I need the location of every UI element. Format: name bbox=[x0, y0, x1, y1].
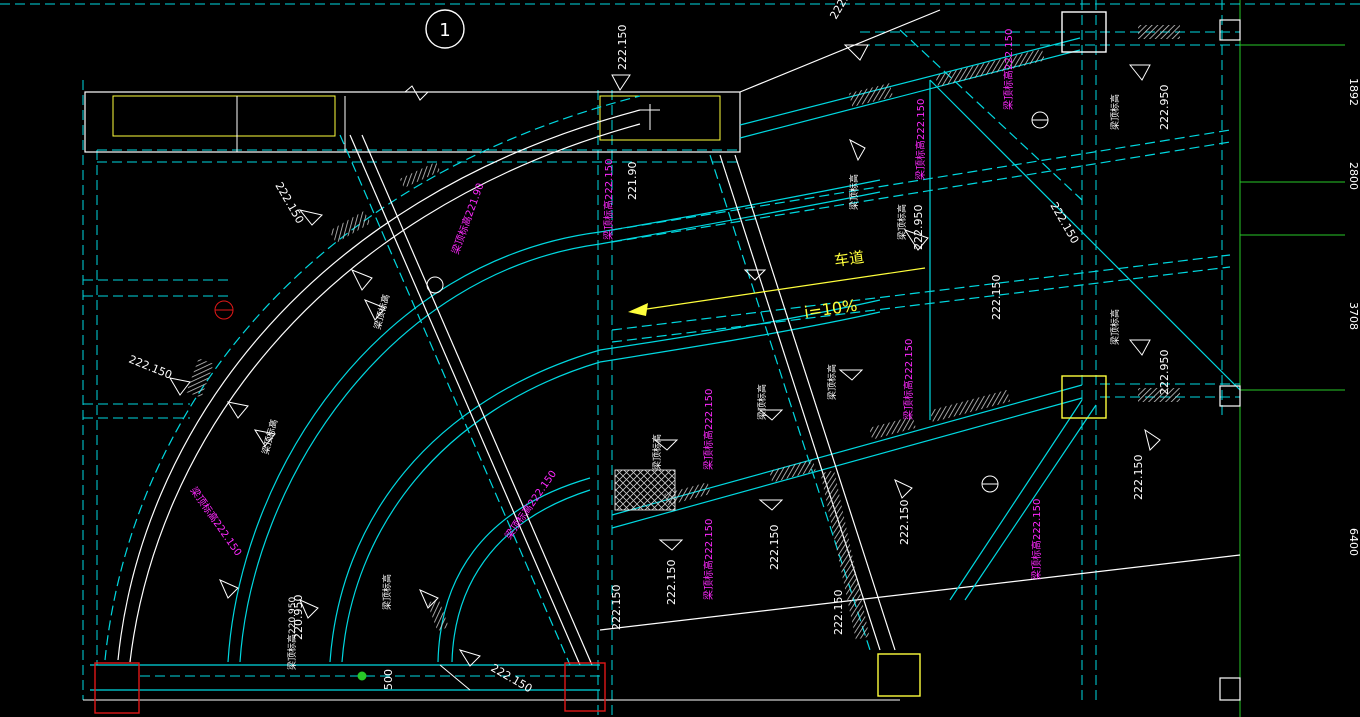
svg-text:1: 1 bbox=[439, 20, 450, 41]
svg-text:梁顶标高222.150: 梁顶标高222.150 bbox=[902, 339, 915, 420]
background bbox=[0, 0, 1360, 717]
svg-text:梁顶标高: 梁顶标高 bbox=[826, 364, 838, 400]
svg-text:梁顶标高222.150: 梁顶标高222.150 bbox=[1030, 499, 1043, 580]
svg-text:梁顶标高: 梁顶标高 bbox=[1109, 309, 1121, 345]
svg-text:梁顶标高222.150: 梁顶标高222.150 bbox=[602, 159, 615, 240]
svg-text:梁顶标高: 梁顶标高 bbox=[651, 434, 663, 470]
svg-text:222.950: 222.950 bbox=[1158, 85, 1171, 131]
svg-text:梁顶标高222.150: 梁顶标高222.150 bbox=[702, 519, 715, 600]
svg-text:梁顶标高222.150: 梁顶标高222.150 bbox=[914, 99, 927, 180]
svg-text:梁顶标高: 梁顶标高 bbox=[848, 174, 860, 210]
svg-text:222.150: 222.150 bbox=[1132, 455, 1145, 501]
dim-bottom: 500 bbox=[382, 669, 395, 690]
svg-text:222.150: 222.150 bbox=[768, 525, 781, 571]
svg-text:梁顶标高: 梁顶标高 bbox=[1109, 94, 1121, 130]
svg-text:3708: 3708 bbox=[1347, 302, 1360, 330]
svg-text:梁顶标高222.150: 梁顶标高222.150 bbox=[1002, 29, 1015, 110]
svg-text:222.150: 222.150 bbox=[898, 500, 911, 546]
svg-text:梁顶标高220.950: 梁顶标高220.950 bbox=[286, 597, 298, 670]
svg-text:222.950: 222.950 bbox=[912, 205, 925, 251]
svg-text:梁顶标高222.150: 梁顶标高222.150 bbox=[702, 389, 715, 470]
svg-text:2800: 2800 bbox=[1347, 162, 1360, 190]
svg-text:222.150: 222.150 bbox=[990, 275, 1003, 321]
svg-text:222.150: 222.150 bbox=[832, 590, 845, 636]
svg-text:1892: 1892 bbox=[1347, 78, 1360, 106]
svg-text:梁顶标高: 梁顶标高 bbox=[756, 384, 768, 420]
svg-text:222.950: 222.950 bbox=[1158, 350, 1171, 396]
svg-text:梁顶标高: 梁顶标高 bbox=[896, 204, 908, 240]
svg-text:221.90: 221.90 bbox=[626, 162, 639, 201]
svg-text:222.150: 222.150 bbox=[610, 585, 623, 631]
svg-text:6400: 6400 bbox=[1347, 528, 1360, 556]
svg-text:梁顶标高: 梁顶标高 bbox=[381, 574, 393, 610]
cad-drawing-canvas[interactable]: 1 车道 i=10% 1892 2800 3708 6400 500 222.1… bbox=[0, 0, 1360, 717]
svg-text:222.150: 222.150 bbox=[616, 25, 629, 71]
svg-text:222.150: 222.150 bbox=[665, 560, 678, 606]
